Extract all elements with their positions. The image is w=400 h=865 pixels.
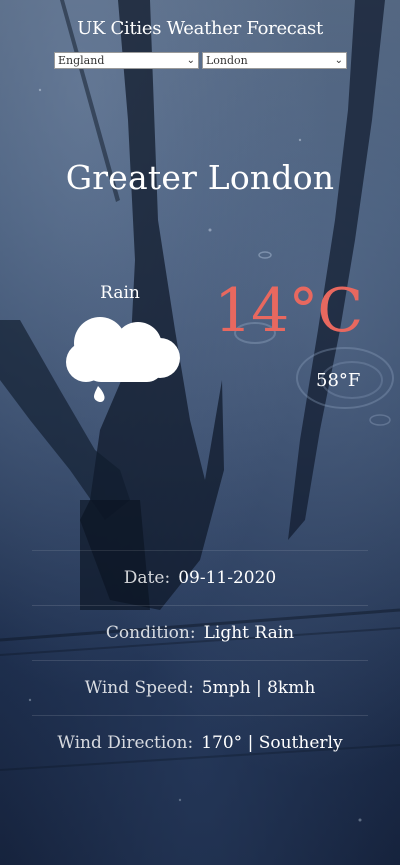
wind-direction-label: Wind Direction: [57, 733, 194, 753]
temperature-fahrenheit: 58°F [316, 370, 361, 391]
country-select-value: England [58, 54, 105, 67]
wind-speed-value: 5mph | 8kmh [201, 678, 316, 698]
detail-row-wind-speed: Wind Speed: 5mph | 8kmh [32, 660, 368, 715]
wind-direction-value: 170° | Southerly [201, 733, 343, 753]
detail-row-date: Date: 09-11-2020 [32, 550, 368, 605]
cloud-rain-icon [60, 308, 185, 408]
detail-row-wind-direction: Wind Direction: 170° | Southerly [32, 715, 368, 770]
app-title: UK Cities Weather Forecast [77, 18, 323, 39]
detail-row-condition: Condition: Light Rain [32, 605, 368, 660]
condition-short-label: Rain [100, 283, 140, 303]
wind-speed-label: Wind Speed: [84, 678, 194, 698]
location-name: Greater London [65, 158, 335, 197]
location-selectors: England ⌄ London ⌄ [54, 52, 347, 69]
chevron-down-icon: ⌄ [334, 55, 343, 66]
temperature-celsius: 14°C [214, 276, 363, 346]
city-select-value: London [206, 54, 248, 67]
date-value: 09-11-2020 [178, 568, 277, 588]
condition-value: Light Rain [203, 623, 295, 643]
date-label: Date: [123, 568, 171, 588]
chevron-down-icon: ⌄ [186, 55, 195, 66]
weather-details-list: Date: 09-11-2020 Condition: Light Rain Win… [32, 550, 368, 770]
city-select[interactable]: London ⌄ [202, 52, 347, 69]
app-header: UK Cities Weather Forecast [0, 18, 400, 39]
condition-label: Condition: [105, 623, 196, 643]
country-select[interactable]: England ⌄ [54, 52, 199, 69]
